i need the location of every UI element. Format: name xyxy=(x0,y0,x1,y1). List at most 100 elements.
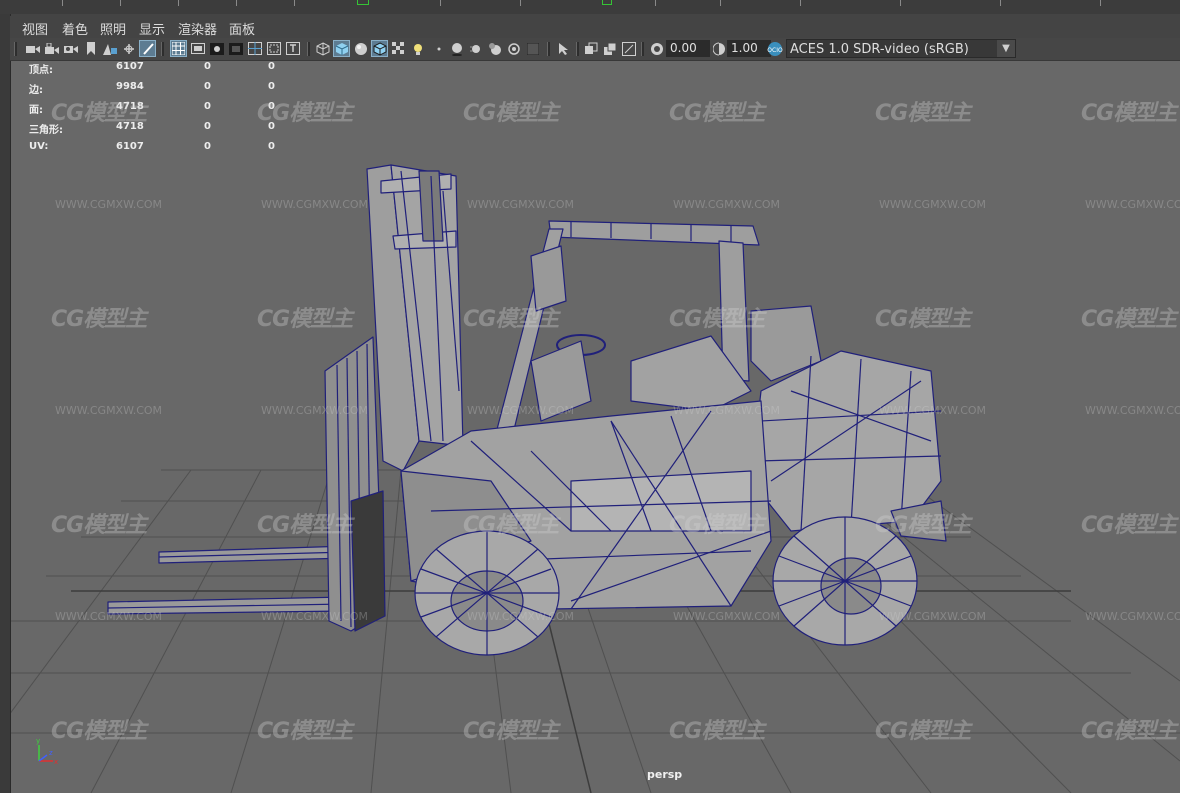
bookmark-icon[interactable] xyxy=(82,40,99,57)
z-axis-line xyxy=(38,754,48,762)
axis-gizmo: y z x xyxy=(36,737,58,766)
watermark-logo: CG模型主 xyxy=(463,101,559,126)
watermark-logo: CG模型主 xyxy=(669,719,765,744)
watermark-url: WWW.CGMXW.COM xyxy=(55,198,163,211)
wireframe-on-shaded-icon[interactable] xyxy=(371,40,388,57)
menu-view[interactable]: 视图 xyxy=(22,19,48,38)
divider xyxy=(655,0,656,6)
menu-renderer[interactable]: 渲染器 xyxy=(178,19,217,38)
ambient-occlusion-icon[interactable] xyxy=(448,40,465,57)
smooth-shade-icon[interactable] xyxy=(333,40,350,57)
select-camera-icon[interactable] xyxy=(555,40,572,57)
hud-value: 0 xyxy=(204,101,211,112)
camera-lock-icon[interactable] xyxy=(43,40,60,57)
hud-label: 边: xyxy=(29,85,43,96)
panel-toolbar: 0.00 1.00 OCIO ACES 1.0 SDR-video (sRGB)… xyxy=(10,38,1180,61)
xray-icon[interactable] xyxy=(582,40,599,57)
toolbar-divider xyxy=(14,42,17,56)
color-space-dropdown[interactable]: ACES 1.0 SDR-video (sRGB) ▼ xyxy=(786,39,1016,58)
exposure-icon[interactable] xyxy=(648,40,665,57)
watermark-url: WWW.CGMXW.COM xyxy=(879,198,987,211)
watermark-logo: CG模型主 xyxy=(463,719,559,744)
toolbar-divider xyxy=(641,42,644,56)
watermark-logo: CG模型主 xyxy=(1081,719,1177,744)
hud-label: UV: xyxy=(29,141,49,152)
camera-icon[interactable] xyxy=(24,40,41,57)
xray-active-icon[interactable] xyxy=(601,40,618,57)
use-lights-icon[interactable] xyxy=(409,40,426,57)
y-axis-label: y xyxy=(36,737,40,745)
watermark-logo: CG模型主 xyxy=(875,513,971,538)
title-safe-icon[interactable] xyxy=(284,40,301,57)
watermark-logo: CG模型主 xyxy=(669,513,765,538)
menu-shading[interactable]: 着色 xyxy=(62,19,88,38)
divider xyxy=(294,0,295,6)
safe-action-icon[interactable] xyxy=(265,40,282,57)
watermark-url: WWW.CGMXW.COM xyxy=(261,404,369,417)
toolbar-divider xyxy=(547,42,550,56)
watermark-logo: CG模型主 xyxy=(669,307,765,332)
hud-label: 顶点: xyxy=(29,65,53,76)
watermark-url: WWW.CGMXW.COM xyxy=(673,198,781,211)
divider xyxy=(440,0,441,6)
divider xyxy=(120,0,121,6)
resolution-gate-icon[interactable] xyxy=(208,40,225,57)
color-management-icon[interactable]: OCIO xyxy=(766,40,783,57)
watermark-logo: CG模型主 xyxy=(875,307,971,332)
menu-lighting[interactable]: 照明 xyxy=(100,19,126,38)
film-gate-icon[interactable] xyxy=(189,40,206,57)
watermark-logo: CG模型主 xyxy=(669,101,765,126)
watermark-url: WWW.CGMXW.COM xyxy=(55,610,163,623)
watermark-logo: CG模型主 xyxy=(1081,307,1177,332)
hud-label: 面: xyxy=(29,105,43,116)
watermark-logo: CG模型主 xyxy=(1081,101,1177,126)
exposure-field[interactable]: 0.00 xyxy=(666,40,710,57)
gate-mask-icon[interactable] xyxy=(227,40,244,57)
viewport-persp[interactable]: 顶点: 6107 0 0 边: 9984 0 0 面: 4718 0 0 三角形… xyxy=(11,61,1180,793)
camera-attr-icon[interactable] xyxy=(62,40,79,57)
watermark-logo: CG模型主 xyxy=(875,719,971,744)
watermark-logo: CG模型主 xyxy=(463,307,559,332)
isolate-select-icon[interactable] xyxy=(524,40,541,57)
watermark-url: WWW.CGMXW.COM xyxy=(1085,404,1180,417)
anti-alias-icon[interactable] xyxy=(486,40,503,57)
watermark-logo: CG模型主 xyxy=(257,307,353,332)
divider xyxy=(1000,0,1001,6)
z-axis-label: z xyxy=(49,749,53,757)
field-chart-icon[interactable] xyxy=(246,40,263,57)
hud-value: 0 xyxy=(204,61,211,72)
two-d-pan-icon[interactable] xyxy=(120,40,137,57)
textured-icon[interactable] xyxy=(390,40,407,57)
gamma-field[interactable]: 1.00 xyxy=(727,40,771,57)
chevron-down-icon[interactable]: ▼ xyxy=(997,40,1015,57)
watermark-logo: CG模型主 xyxy=(51,101,147,126)
watermark-logo: CG模型主 xyxy=(1081,513,1177,538)
left-panel-border xyxy=(0,14,11,793)
watermark-url: WWW.CGMXW.COM xyxy=(467,198,575,211)
toolbar-divider xyxy=(307,42,310,56)
default-material-icon[interactable] xyxy=(352,40,369,57)
watermark-url: WWW.CGMXW.COM xyxy=(879,404,987,417)
wireframe-icon[interactable] xyxy=(314,40,331,57)
watermark-url: WWW.CGMXW.COM xyxy=(261,198,369,211)
hud-row-uvs: UV: 6107 0 0 xyxy=(29,141,329,161)
active-tab-marker xyxy=(357,0,369,5)
menu-show[interactable]: 显示 xyxy=(139,19,165,38)
gamma-icon[interactable] xyxy=(710,40,727,57)
xray-joints-icon[interactable] xyxy=(620,40,637,57)
hud-row-vertices: 顶点: 6107 0 0 xyxy=(29,61,329,81)
watermark-url: WWW.CGMXW.COM xyxy=(467,610,575,623)
divider xyxy=(1100,0,1101,6)
shadows-icon[interactable] xyxy=(430,40,447,57)
camera-label: persp xyxy=(647,768,683,781)
watermark-url: WWW.CGMXW.COM xyxy=(261,610,369,623)
panel-top-strip xyxy=(0,0,1180,14)
depth-of-field-icon[interactable] xyxy=(505,40,522,57)
image-plane-icon[interactable] xyxy=(101,40,118,57)
grid-icon[interactable] xyxy=(170,40,187,57)
motion-blur-icon[interactable] xyxy=(467,40,484,57)
grease-pencil-icon[interactable] xyxy=(139,40,156,57)
menu-panels[interactable]: 面板 xyxy=(229,19,255,38)
color-space-value: ACES 1.0 SDR-video (sRGB) xyxy=(790,42,969,57)
divider xyxy=(520,0,521,6)
